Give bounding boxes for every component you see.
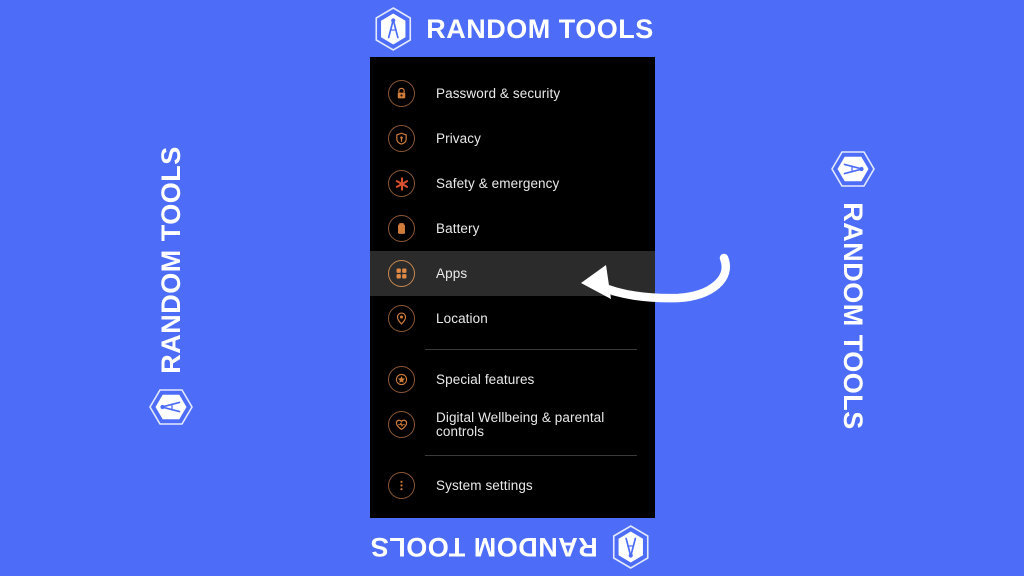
settings-item-apps[interactable]: Apps xyxy=(370,251,655,296)
settings-item-special-features[interactable]: Special features xyxy=(370,357,655,402)
brand-watermark-left: RANDOM TOOLS xyxy=(148,123,194,453)
group-divider xyxy=(370,447,655,463)
divider-line xyxy=(425,348,637,350)
hexagon-compass-icon xyxy=(612,525,649,569)
brand-watermark-top: RANDOM TOOLS xyxy=(370,6,654,52)
brand-text: RANDOM TOOLS xyxy=(838,202,869,430)
settings-item-label: Special features xyxy=(436,371,535,387)
divider-line xyxy=(425,454,637,456)
settings-item-safety-emergency[interactable]: Safety & emergency xyxy=(370,161,655,206)
settings-item-label: Digital Wellbeing & parental controls xyxy=(436,410,605,439)
lock-icon xyxy=(388,80,415,107)
apps-grid-icon xyxy=(388,260,415,287)
brand-text: RANDOM TOOLS xyxy=(426,13,654,44)
settings-item-label: Safety & emergency xyxy=(436,175,560,191)
settings-item-digital-wellbeing[interactable]: Digital Wellbeing & parental controls xyxy=(370,402,655,447)
brand-watermark-bottom: RANDOM TOOLS xyxy=(370,524,654,570)
settings-item-label: Apps xyxy=(436,265,468,281)
settings-item-location[interactable]: Location xyxy=(370,296,655,341)
heart-icon xyxy=(388,411,415,438)
settings-item-battery[interactable]: Battery xyxy=(370,206,655,251)
hexagon-compass-icon xyxy=(375,7,412,51)
group-divider xyxy=(370,341,655,357)
panel-top-spacer xyxy=(370,57,655,71)
battery-icon xyxy=(388,215,415,242)
settings-item-password-security[interactable]: Password & security xyxy=(370,71,655,116)
more-vertical-dots-icon xyxy=(388,472,415,499)
brand-text: RANDOM TOOLS xyxy=(155,146,186,374)
settings-item-privacy[interactable]: Privacy xyxy=(370,116,655,161)
settings-menu-panel: Password & security Privacy Safety & eme… xyxy=(370,57,655,518)
settings-item-label: System settings xyxy=(436,477,533,493)
shield-privacy-icon xyxy=(388,125,415,152)
hexagon-compass-icon xyxy=(149,388,193,425)
settings-item-label: Location xyxy=(436,310,488,326)
settings-item-label: Privacy xyxy=(436,130,481,146)
settings-item-label: Battery xyxy=(436,220,480,236)
hexagon-compass-icon xyxy=(831,151,875,188)
brand-watermark-right: RANDOM TOOLS xyxy=(830,123,876,453)
emergency-asterisk-icon xyxy=(388,170,415,197)
settings-item-label: Password & security xyxy=(436,85,561,101)
settings-item-system-settings[interactable]: System settings xyxy=(370,463,655,508)
brand-text: RANDOM TOOLS xyxy=(370,532,598,563)
star-icon xyxy=(388,366,415,393)
location-pin-icon xyxy=(388,305,415,332)
